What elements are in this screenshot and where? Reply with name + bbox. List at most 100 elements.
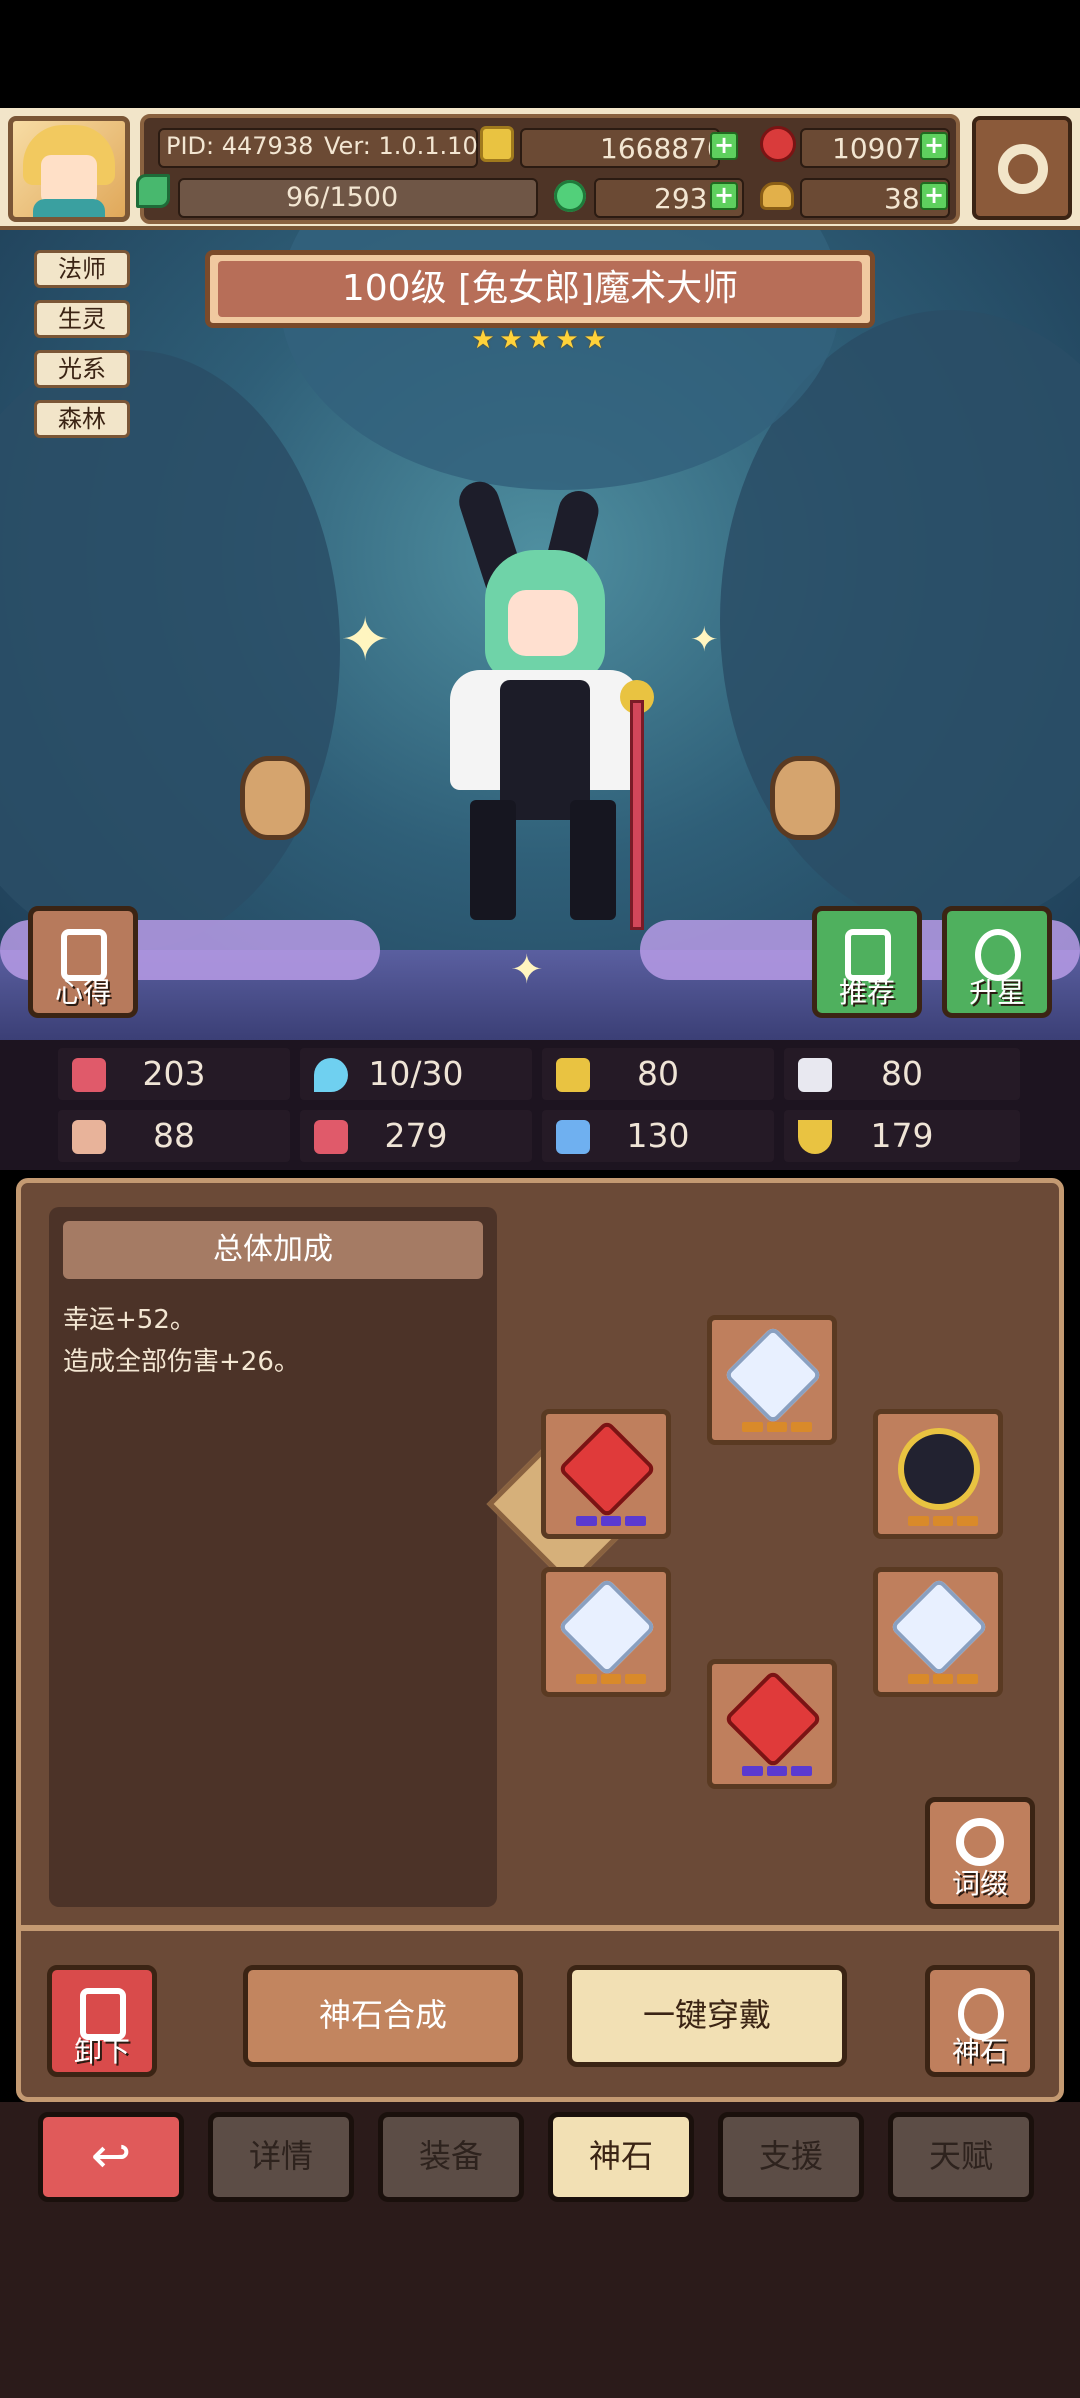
add-bread-plus-icon[interactable]: + xyxy=(920,182,948,210)
gold-coin-icon xyxy=(480,126,514,162)
back-arrow-icon: ↩ xyxy=(90,2128,132,2184)
stat-evasion-value: 80 xyxy=(881,1054,923,1093)
tab-details[interactable]: 详情 xyxy=(208,2112,354,2202)
clover-icon xyxy=(554,180,586,212)
socket-level-dots xyxy=(742,1766,813,1778)
hero-title-plate: 100级 [兔女郎]魔术大师 xyxy=(205,250,875,328)
star-icon: ★ xyxy=(499,325,523,355)
unequip-label: 卸下 xyxy=(73,2035,130,2068)
stat-mana-value: 10/30 xyxy=(368,1054,464,1093)
socket-level-dots xyxy=(742,1422,813,1434)
star-icon: ★ xyxy=(583,325,607,355)
bottom-area xyxy=(0,2212,1080,2398)
star-up-button[interactable]: 升星 xyxy=(942,906,1052,1018)
avatar-body xyxy=(33,199,105,217)
socket-level-dots xyxy=(576,1674,647,1686)
red-ruby-gem xyxy=(557,1419,657,1519)
socket-level-dots xyxy=(576,1516,647,1528)
socket-level-dots xyxy=(908,1674,979,1686)
green-leaf-icon xyxy=(136,174,170,208)
star-icon: ★ xyxy=(527,325,551,355)
god-stone-label: 神石 xyxy=(951,2035,1008,2068)
socket-top[interactable] xyxy=(707,1315,837,1445)
one-click-equip-button[interactable]: 一键穿戴 xyxy=(567,1965,847,2067)
star-icon: ★ xyxy=(555,325,579,355)
affix-label: 词缀 xyxy=(951,1867,1008,1900)
insight-button[interactable]: 心得 xyxy=(28,906,138,1018)
tag-element: 光系 xyxy=(34,350,130,388)
tab-support[interactable]: 支援 xyxy=(718,2112,864,2202)
stat-strength: 88 xyxy=(58,1110,290,1162)
bottom-tab-bar: ↩ 详情 装备 神石 支援 天赋 xyxy=(0,2102,1080,2212)
total-bonus-box: 总体加成 幸运+52。 造成全部伤害+26。 xyxy=(49,1207,497,1907)
stat-hp: 203 xyxy=(58,1048,290,1100)
tag-habitat: 森林 xyxy=(34,400,130,438)
stat-agility-value: 130 xyxy=(626,1116,690,1155)
bread-amount: 38 xyxy=(884,182,920,215)
star-up-label: 升星 xyxy=(968,976,1025,1009)
stat-mana: 10/30 xyxy=(300,1048,532,1100)
star-icon: ★ xyxy=(471,325,495,355)
bonus-line: 造成全部伤害+26。 xyxy=(63,1347,300,1377)
stat-agility: 130 xyxy=(542,1110,774,1162)
stat-defense: 80 xyxy=(542,1048,774,1100)
tab-god-stone[interactable]: 神石 xyxy=(548,2112,694,2202)
player-avatar[interactable] xyxy=(8,116,130,222)
socket-right-lower[interactable] xyxy=(873,1567,1003,1697)
affix-button[interactable]: 词缀 xyxy=(925,1797,1035,1909)
stat-evasion: 80 xyxy=(784,1048,1020,1100)
socket-level-dots xyxy=(908,1516,979,1528)
hero-leg xyxy=(570,800,616,920)
stat-luck-value: 179 xyxy=(870,1116,934,1155)
total-bonus-title: 总体加成 xyxy=(63,1221,483,1279)
unequip-button[interactable]: 卸下 xyxy=(47,1965,157,2077)
settings-gear-icon xyxy=(998,144,1048,194)
energy-amount: 96/1500 xyxy=(286,182,399,213)
stat-intellect-value: 279 xyxy=(384,1116,448,1155)
white-diamond-gem xyxy=(557,1577,657,1677)
hero-suit xyxy=(500,680,590,820)
white-diamond-gem xyxy=(723,1325,823,1425)
socket-right-upper[interactable] xyxy=(873,1409,1003,1539)
tag-race: 生灵 xyxy=(34,300,130,338)
avatar-face xyxy=(41,155,97,205)
bread-icon xyxy=(760,182,794,210)
tab-equipment[interactable]: 装备 xyxy=(378,2112,524,2202)
stat-luck: 179 xyxy=(784,1110,1020,1162)
right-rune-token xyxy=(770,756,840,840)
system-status-bar xyxy=(0,0,1080,108)
clover-amount: 293 xyxy=(654,182,708,215)
pid-label: PID: 447938 xyxy=(166,132,314,160)
insight-label: 心得 xyxy=(54,976,111,1009)
hero-star-rating: ★ ★ ★ ★ ★ xyxy=(470,327,610,357)
synthesize-button[interactable]: 神石合成 xyxy=(243,1965,523,2067)
recommend-label: 推荐 xyxy=(838,976,895,1009)
resource-panel: PID: 447938 Ver: 1.0.1.10 1668870 + 1090… xyxy=(136,114,960,224)
sparkle-icon: ✦ xyxy=(690,620,719,660)
socket-bottom[interactable] xyxy=(707,1659,837,1789)
god-stone-button[interactable]: 神石 xyxy=(925,1965,1035,2077)
tag-class: 法师 xyxy=(34,250,130,288)
add-gold-plus-icon[interactable]: + xyxy=(710,132,738,160)
red-ruby-gem xyxy=(723,1669,823,1769)
hero-face xyxy=(508,590,578,656)
tab-talent[interactable]: 天赋 xyxy=(888,2112,1034,2202)
stat-defense-value: 80 xyxy=(637,1054,679,1093)
add-clover-plus-icon[interactable]: + xyxy=(710,182,738,210)
back-button[interactable]: ↩ xyxy=(38,2112,184,2202)
socket-left-upper[interactable] xyxy=(541,1409,671,1539)
god-stone-panel: 总体加成 幸运+52。 造成全部伤害+26。 词缀 卸下 神石合成 一键穿戴 神… xyxy=(16,1178,1064,2102)
stat-intellect: 279 xyxy=(300,1110,532,1162)
socket-left-lower[interactable] xyxy=(541,1567,671,1697)
hero-cane xyxy=(630,700,644,930)
bonus-line: 幸运+52。 xyxy=(63,1305,196,1335)
settings-button[interactable] xyxy=(972,116,1072,220)
white-diamond-gem xyxy=(889,1577,989,1677)
add-red-gem-plus-icon[interactable]: + xyxy=(920,132,948,160)
hero-character-sprite[interactable] xyxy=(430,476,670,930)
version-label: Ver: 1.0.1.10 xyxy=(324,132,478,160)
recommend-button[interactable]: 推荐 xyxy=(812,906,922,1018)
stat-strength-value: 88 xyxy=(153,1116,195,1155)
panel-divider xyxy=(21,1925,1059,1931)
hero-stats: 203 10/30 80 80 88 279 130 179 xyxy=(0,1040,1080,1170)
